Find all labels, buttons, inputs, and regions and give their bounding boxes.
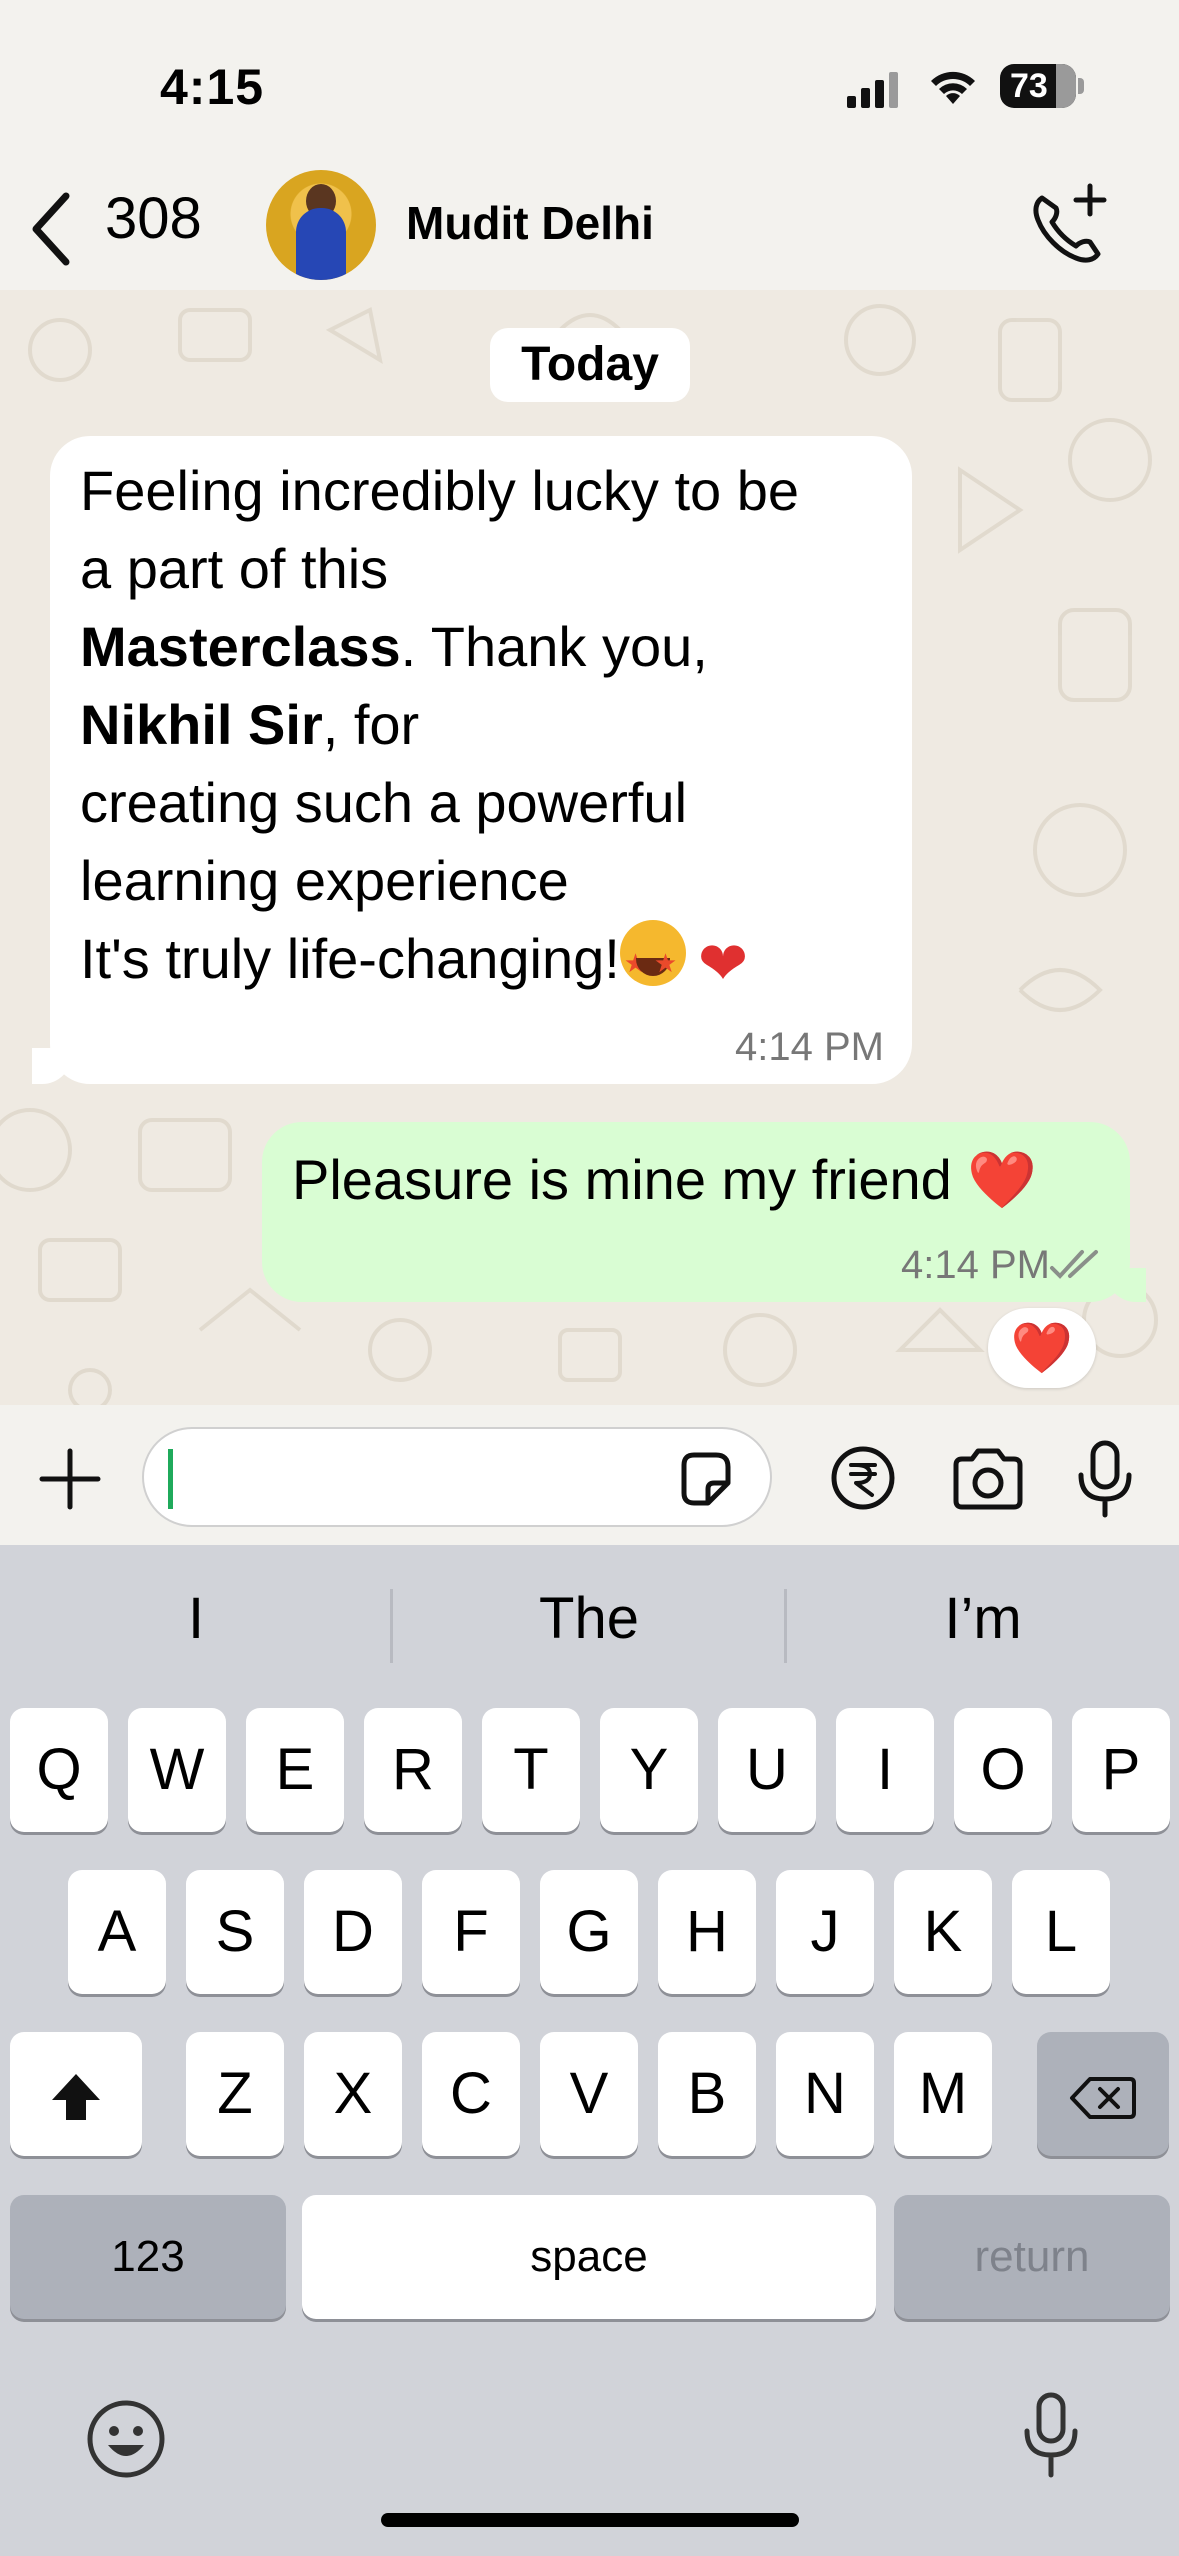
heart-on-fire-emoji-icon: ❤	[697, 930, 749, 997]
incoming-timestamp: 4:14 PM	[735, 1025, 884, 1069]
key-f[interactable]: F	[422, 1870, 520, 1994]
suggestion-1[interactable]: I	[0, 1585, 392, 1652]
plus-icon[interactable]	[30, 1439, 110, 1519]
outgoing-timestamp: 4:14 PM	[901, 1243, 1050, 1287]
key-t[interactable]: T	[482, 1708, 580, 1832]
key-u[interactable]: U	[718, 1708, 816, 1832]
bold-text-masterclass: Masterclass	[80, 615, 401, 678]
key-n[interactable]: N	[776, 2032, 874, 2156]
chat-area[interactable]: Today Feeling incredibly lucky to be a p…	[0, 290, 1179, 1405]
incoming-message-text: Feeling incredibly lucky to be a part of…	[80, 452, 884, 1003]
status-bar: 4:15 73	[0, 0, 1179, 170]
outgoing-message-text: Pleasure is mine my friend ❤️	[292, 1140, 1100, 1220]
key-w[interactable]: W	[128, 1708, 226, 1832]
dictation-mic-icon[interactable]	[1018, 2391, 1084, 2481]
space-key[interactable]: space	[302, 2195, 876, 2319]
text-caret	[168, 1449, 173, 1509]
numbers-key[interactable]: 123	[10, 2195, 286, 2319]
battery-indicator: 73	[1000, 64, 1076, 108]
key-m[interactable]: M	[894, 2032, 992, 2156]
sticker-icon[interactable]	[674, 1449, 736, 1509]
key-h[interactable]: H	[658, 1870, 756, 1994]
red-heart-emoji-icon: ❤️	[967, 1148, 1038, 1211]
key-k[interactable]: K	[894, 1870, 992, 1994]
key-j[interactable]: J	[776, 1870, 874, 1994]
suggestion-2[interactable]: The	[393, 1585, 785, 1652]
shift-key[interactable]	[10, 2032, 142, 2156]
status-time: 4:15	[160, 59, 265, 115]
star-struck-emoji-icon	[619, 920, 686, 1002]
message-line: a part of this	[80, 537, 389, 600]
rupee-payment-icon[interactable]	[828, 1443, 898, 1513]
key-x[interactable]: X	[304, 2032, 402, 2156]
message-line: creating such a powerful	[80, 771, 688, 834]
cellular-signal-icon	[847, 72, 898, 108]
delete-key[interactable]	[1037, 2032, 1169, 2156]
key-v[interactable]: V	[540, 2032, 638, 2156]
message-line: Feeling incredibly lucky to be	[80, 459, 800, 522]
incoming-message-bubble[interactable]: Feeling incredibly lucky to be a part of…	[32, 436, 912, 1084]
key-p[interactable]: P	[1072, 1708, 1170, 1832]
message-input[interactable]	[142, 1427, 772, 1527]
wifi-icon	[931, 71, 975, 104]
predictive-suggestions: I The I’m	[0, 1545, 1179, 1705]
key-a[interactable]: A	[68, 1870, 166, 1994]
backspace-icon	[1070, 2076, 1136, 2119]
message-line: Masterclass. Thank you,	[80, 608, 884, 686]
back-chevron-icon[interactable]	[22, 184, 82, 274]
heart-reaction[interactable]: ❤️	[988, 1308, 1096, 1388]
suggestion-3[interactable]: I’m	[787, 1585, 1179, 1652]
battery-level: 73	[1010, 67, 1048, 105]
key-z[interactable]: Z	[186, 2032, 284, 2156]
message-fragment: . Thank you,	[400, 615, 708, 678]
key-b[interactable]: B	[658, 2032, 756, 2156]
key-r[interactable]: R	[364, 1708, 462, 1832]
emoji-keyboard-icon[interactable]	[84, 2397, 168, 2481]
key-o[interactable]: O	[954, 1708, 1052, 1832]
message-line: It's truly life-changing! ❤	[80, 920, 884, 1003]
message-line: Nikhil Sir, for	[80, 686, 884, 764]
battery-tip	[1078, 78, 1084, 94]
microphone-icon[interactable]	[1072, 1439, 1138, 1519]
key-l[interactable]: L	[1012, 1870, 1110, 1994]
unread-count[interactable]: 308	[105, 190, 202, 248]
shift-icon	[52, 2073, 100, 2120]
outgoing-text: Pleasure is mine my friend	[292, 1148, 968, 1211]
add-call-icon[interactable]	[1020, 180, 1120, 270]
return-key[interactable]: return	[894, 2195, 1170, 2319]
key-y[interactable]: Y	[600, 1708, 698, 1832]
message-fragment: It's truly life-changing!	[80, 927, 620, 990]
key-d[interactable]: D	[304, 1870, 402, 1994]
keyboard: I The I’m Q W E R T Y U I O P A S D F G …	[0, 1545, 1179, 2556]
key-s[interactable]: S	[186, 1870, 284, 1994]
read-receipt-ticks-icon	[1050, 1250, 1098, 1279]
chat-header: 308 Mudit Delhi	[0, 170, 1179, 290]
contact-avatar[interactable]	[266, 170, 376, 280]
home-indicator[interactable]	[381, 2513, 799, 2527]
date-chip: Today	[490, 328, 690, 402]
message-fragment: , for	[322, 693, 420, 756]
key-c[interactable]: C	[422, 2032, 520, 2156]
message-composer	[0, 1405, 1179, 1545]
message-line: learning experience	[80, 849, 569, 912]
outgoing-message-bubble[interactable]: Pleasure is mine my friend ❤️ 4:14 PM	[262, 1122, 1146, 1302]
key-g[interactable]: G	[540, 1870, 638, 1994]
contact-name[interactable]: Mudit Delhi	[406, 196, 654, 250]
key-q[interactable]: Q	[10, 1708, 108, 1832]
key-i[interactable]: I	[836, 1708, 934, 1832]
camera-icon[interactable]	[948, 1443, 1028, 1513]
key-e[interactable]: E	[246, 1708, 344, 1832]
bold-text-nikhil-sir: Nikhil Sir	[80, 693, 323, 756]
